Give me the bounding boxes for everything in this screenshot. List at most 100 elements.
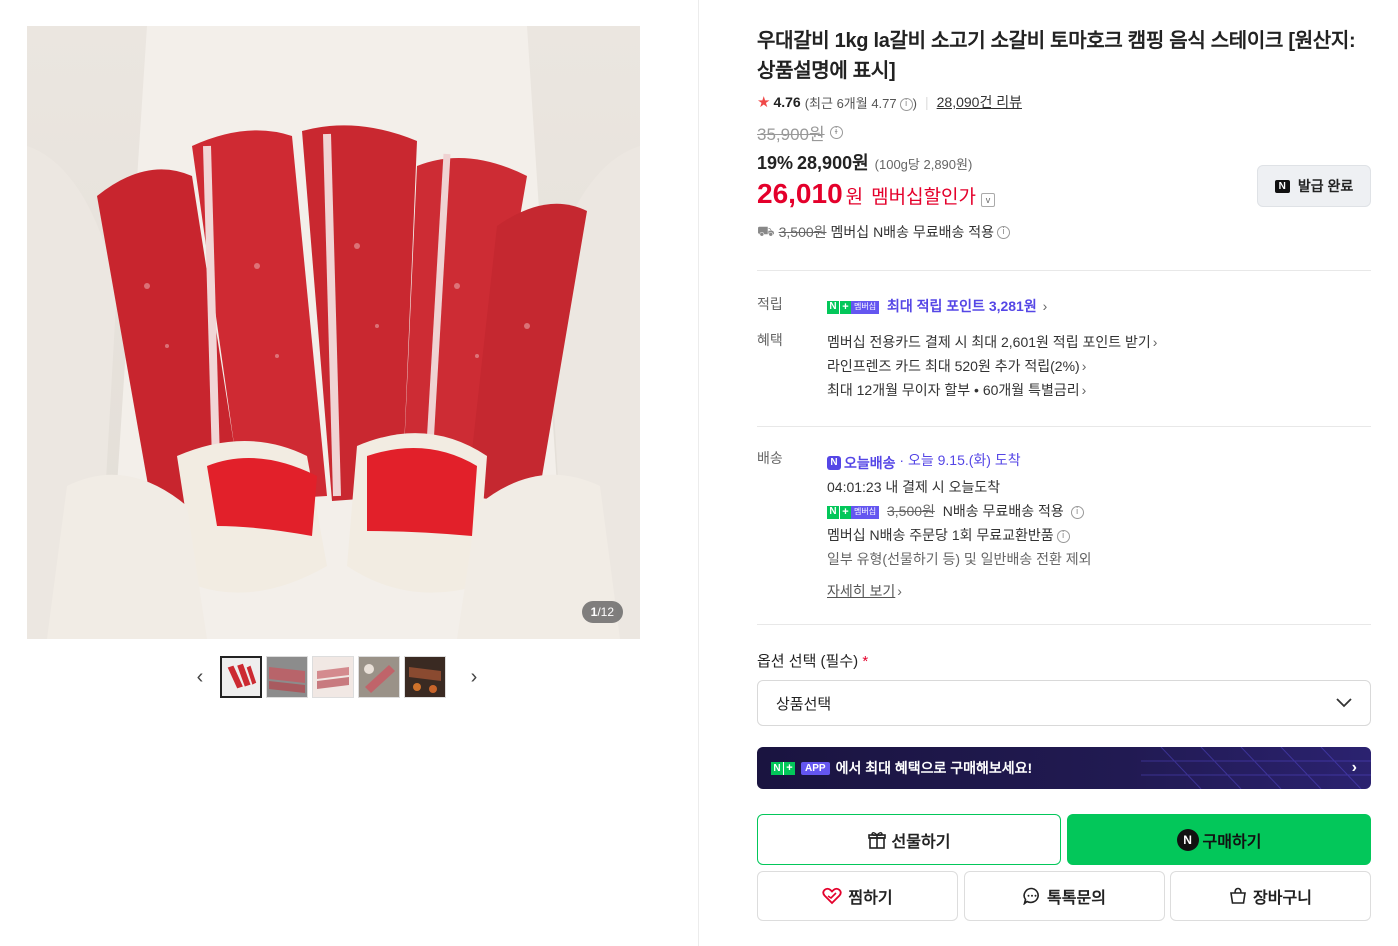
info-icon[interactable]: i (829, 125, 843, 139)
chevron-right-icon: › (1081, 382, 1087, 398)
chat-icon (1023, 887, 1041, 905)
discount-percent: 19% (757, 153, 794, 173)
product-title: 우대갈비 1kg la갈비 소고기 소갈비 토마호크 캠핑 음식 스테이크 [원… (757, 30, 1356, 82)
benefits-list: 멤버십 전용카드 결제 시 최대 2,601원 적립 포인트 받기 › 라인프렌즈… (827, 330, 1157, 402)
shopping-bag-icon (1229, 887, 1247, 905)
member-price: 26,010 (757, 178, 843, 209)
truck-icon: ⛟ (757, 222, 775, 239)
option-select[interactable]: 상품선택 (757, 680, 1371, 726)
n-delivery-free-row: N + 멤버십 3,500원 N배송 무료배송 적용 i (827, 499, 1092, 523)
shipping-fee-strike: 3,500원 (778, 224, 827, 240)
option-select-value: 상품선택 (776, 695, 832, 713)
chevron-right-icon: › (1152, 334, 1158, 350)
points-body[interactable]: N + 멤버십 최대 적립 포인트 3,281원 › (827, 294, 1047, 318)
heart-icon (822, 887, 843, 905)
coupon-issued-label: 발급 완료 (1297, 178, 1354, 194)
thumbnail-1[interactable] (220, 656, 262, 698)
wish-button-label: 찜하기 (848, 890, 893, 907)
option-label: 옵션 선택 (필수) * (757, 653, 869, 670)
image-counter: 1/12 (581, 601, 623, 623)
delivery-fee-strike: 3,500원 (886, 503, 935, 519)
beef-ribs-photo (27, 26, 640, 639)
nplus-membership-badge: N + 멤버십 (827, 300, 880, 314)
delivery-section: 배송 N 오늘배송 · 오늘 9.15.(화) 도착 04:01:23 내 결제 … (757, 448, 1371, 599)
rating-value: 4.76 (773, 94, 801, 110)
today-delivery-badge: N 오늘배송 (827, 451, 896, 475)
gift-button-label: 선물하기 (891, 833, 951, 851)
thumbnail-5[interactable] (404, 656, 446, 698)
nplus-membership-badge: N + 멤버십 (827, 505, 880, 519)
points-section: 적립 N + 멤버십 최대 적립 포인트 3,281원 › (757, 294, 1371, 318)
today-delivery-icon: N (827, 456, 841, 470)
rating-row: ★ 4.76 (최근 6개월 4.77 i) | 28,090건 리뷰 (757, 91, 1371, 113)
product-info: 우대갈비 1kg la갈비 소고기 소갈비 토마호크 캠핑 음식 스테이크 [원… (757, 26, 1371, 242)
thumbnail-strip: ‹ › (190, 656, 484, 698)
benefit-item[interactable]: 멤버십 전용카드 결제 시 최대 2,601원 적립 포인트 받기 › (827, 330, 1157, 354)
chevron-right-icon: › (1042, 298, 1048, 314)
divider (757, 426, 1371, 427)
chevron-right-icon: › (1351, 759, 1357, 776)
recent-rating: (최근 6개월 4.77 i) (804, 95, 917, 111)
column-divider (698, 0, 699, 946)
divider (757, 624, 1371, 625)
banner-text: 에서 최대 혜택으로 구매해보세요! (835, 760, 1033, 776)
max-points-text: 최대 적립 포인트 3,281원 (886, 298, 1037, 314)
star-icon: ★ (757, 94, 771, 111)
delivery-label: 배송 (757, 450, 783, 466)
arrival-date: · 오늘 9.15.(화) 도착 (899, 452, 1021, 468)
member-price-label: 멤버십할인가 (871, 187, 977, 208)
talk-inquiry-button[interactable]: 톡톡문의 (964, 871, 1165, 921)
shipping-free-row: ⛟ 3,500원 멤버십 N배송 무료배송 적용 i (757, 222, 1371, 242)
original-price-row: 35,900원 i (757, 120, 1371, 144)
benefit-item[interactable]: 라인프렌즈 카드 최대 520원 추가 적립(2%) › (827, 354, 1157, 378)
app-badge: APP (801, 761, 830, 775)
gift-icon (867, 831, 886, 849)
separator: | (924, 94, 929, 110)
naver-pay-icon: N (1176, 828, 1199, 851)
product-page: 1/12 ‹ › 우대갈비 1kg la갈비 소고기 소갈비 토마호크 캠핑 음… (0, 0, 1398, 946)
cart-button-label: 장바구니 (1253, 890, 1312, 907)
chevron-right-icon: › (897, 583, 902, 599)
benefit-item[interactable]: 최대 12개월 무이자 할부 • 60개월 특별금리 › (827, 378, 1157, 402)
points-label: 적립 (757, 296, 783, 312)
chevron-left-icon[interactable]: ‹ (190, 656, 210, 698)
cart-button[interactable]: 장바구니 (1170, 871, 1371, 921)
chevron-right-icon[interactable]: › (464, 656, 484, 698)
buy-button-label: 구매하기 (1202, 833, 1262, 851)
required-mark: * (862, 653, 869, 670)
info-icon[interactable]: i (1056, 529, 1070, 543)
naver-n-icon: N (1274, 179, 1290, 193)
divider (757, 270, 1371, 271)
delivery-body: N 오늘배송 · 오늘 9.15.(화) 도착 04:01:23 내 결제 시 오… (827, 448, 1092, 603)
n-delivery-free-text: N배송 무료배송 적용 (942, 503, 1064, 519)
info-icon[interactable]: i (899, 97, 913, 111)
shipping-free-text: 멤버십 N배송 무료배송 적용 (830, 224, 995, 240)
banner-decoration (1141, 747, 1371, 789)
thumbnail-3[interactable] (312, 656, 354, 698)
info-icon[interactable]: i (1070, 505, 1084, 519)
thumbnail-2[interactable] (266, 656, 308, 698)
benefits-section: 혜택 멤버십 전용카드 결제 시 최대 2,601원 적립 포인트 받기 › 라인… (757, 330, 1371, 402)
chevron-down-icon (1336, 698, 1352, 708)
exchange-row: 멤버십 N배송 주문당 1회 무료교환반품 i (827, 523, 1092, 547)
main-product-image[interactable]: 1/12 (27, 26, 640, 639)
coupon-issued-button[interactable]: N 발급 완료 (1257, 165, 1371, 207)
review-count-link[interactable]: 28,090건 리뷰 (937, 92, 1022, 112)
chevron-down-icon[interactable]: v (981, 193, 996, 207)
member-price-unit: 원 (845, 187, 864, 208)
info-icon[interactable]: i (997, 225, 1011, 239)
today-delivery-row[interactable]: N 오늘배송 · 오늘 9.15.(화) 도착 (827, 448, 1092, 475)
sale-price: 28,900원 (797, 153, 869, 173)
cutoff-text: 04:01:23 내 결제 시 오늘도착 (827, 479, 1001, 495)
unit-price: (100g당 2,890원) (874, 157, 973, 172)
talk-button-label: 톡톡문의 (1047, 890, 1106, 907)
chevron-right-icon: › (1081, 358, 1087, 374)
thumbnail-4[interactable] (358, 656, 400, 698)
benefits-label: 혜택 (757, 332, 783, 348)
wish-button[interactable]: 찜하기 (757, 871, 958, 921)
app-benefit-banner[interactable]: N + APP 에서 최대 혜택으로 구매해보세요! › (757, 747, 1371, 789)
buy-button[interactable]: N 구매하기 (1067, 814, 1371, 865)
gift-button[interactable]: 선물하기 (757, 814, 1061, 865)
original-price: 35,900원 (757, 124, 825, 144)
more-link[interactable]: 자세히 보기 › (827, 579, 1092, 603)
